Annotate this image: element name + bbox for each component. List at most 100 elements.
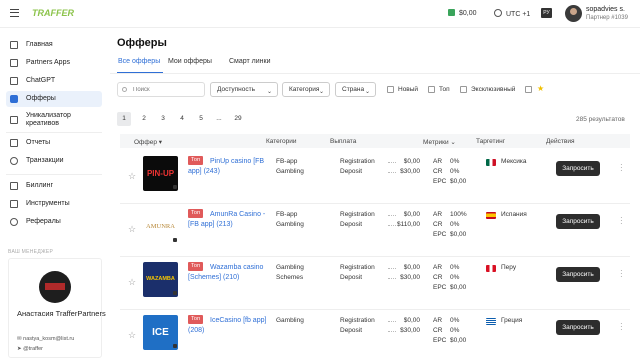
col-metrics: Метрики ⌄ (423, 138, 456, 146)
page-3[interactable]: 3 (156, 112, 170, 126)
col-metrics-label: Метрики (423, 139, 449, 146)
payout-value: $0,00 (403, 158, 420, 165)
sidebar-item-main[interactable]: Главная (6, 37, 102, 53)
col-payout: Выплата (330, 138, 357, 145)
sidebar-item-reports[interactable]: Отчеты (6, 135, 102, 151)
payout-label: Registration (340, 158, 375, 165)
sidebar-item-creative-uniqualizer[interactable]: Уникализатор креативов (6, 109, 102, 131)
table-row: ☆ AMUNRA Топ AmunRa Casino - [FB app] (2… (120, 205, 630, 257)
country-label: Страна (342, 86, 365, 93)
metric-label: CR (433, 327, 443, 334)
metric-value: $0,00 (450, 231, 467, 238)
offer-categories: Gambling (276, 316, 304, 326)
sidebar-item-label: ChatGPT (26, 77, 56, 84)
metric-label: AR (433, 211, 443, 218)
page-5[interactable]: 5 (194, 112, 208, 126)
menu-icon[interactable] (10, 9, 19, 17)
page-2[interactable]: 2 (137, 112, 151, 126)
timezone-value: UTC +1 (506, 11, 531, 18)
avatar[interactable] (565, 5, 582, 22)
search-input[interactable] (117, 82, 205, 97)
payout-value: $30,00 (400, 168, 420, 175)
request-button[interactable]: Запросить (556, 161, 600, 176)
metric-cr: CR 0% (433, 221, 459, 228)
sidebar-item-tools[interactable]: Инструменты (6, 196, 102, 212)
category-label: Категория (289, 86, 320, 93)
offer-name-link[interactable]: PinUp casino [FB app] (243) (188, 157, 268, 177)
chat-icon (10, 77, 18, 85)
page-4[interactable]: 4 (175, 112, 189, 126)
metric-value: 0% (450, 264, 460, 271)
metric-ar: AR 100% (433, 211, 467, 218)
user-name[interactable]: sopadvies s. (586, 6, 625, 13)
country-name: Мексика (501, 158, 527, 165)
manager-card: Анастасия TrafferPartners ✉ nastya_kosm@… (8, 258, 106, 358)
offer-categories: FB-app Gambling (276, 210, 304, 230)
sidebar-item-referrals[interactable]: Рефералы (6, 214, 102, 230)
balance[interactable]: $0,00 (448, 9, 477, 17)
country-name: Перу (501, 264, 517, 271)
more-options-icon[interactable]: · · · (620, 214, 623, 228)
offer-name-link[interactable]: Wazamba casino [Schemes] (210) (188, 263, 268, 283)
metric-value: 0% (450, 221, 460, 228)
more-options-icon[interactable]: · · · (620, 320, 623, 334)
more-options-icon[interactable]: · · · (620, 161, 623, 175)
metric-ar: AR 0% (433, 317, 459, 324)
col-offer[interactable]: Оффер ▾ (134, 138, 162, 146)
metric-value: 0% (450, 158, 460, 165)
favorite-star-icon[interactable]: ☆ (128, 277, 136, 288)
payout-value: $110,00 (396, 221, 420, 228)
favorite-star-icon[interactable]: ☆ (128, 330, 136, 341)
tab-all-offers[interactable]: Все офферы (118, 58, 160, 65)
page-29[interactable]: 29 (231, 112, 245, 126)
manager-name: Анастасия TrafferPartners (17, 309, 106, 318)
page-1[interactable]: 1 (117, 112, 131, 126)
metric-label: EPC (433, 337, 447, 344)
sidebar-item-billing[interactable]: Биллинг (6, 178, 102, 194)
manager-telegram[interactable]: ➤ @traffer (17, 346, 43, 352)
offer-name-link[interactable]: AmunRa Casino - [FB app] (213) (188, 210, 268, 230)
request-button[interactable]: Запросить (556, 214, 600, 229)
more-options-icon[interactable]: · · · (620, 267, 623, 281)
tab-smart-links[interactable]: Смарт линки (229, 58, 270, 65)
sidebar-divider (6, 174, 102, 175)
request-button[interactable]: Запросить (556, 267, 600, 282)
tab-my-offers[interactable]: Мои офферы (168, 58, 212, 65)
sidebar-item-transactions[interactable]: Транзакции (6, 153, 102, 169)
exclusive-checkbox[interactable] (460, 86, 467, 93)
category-select[interactable]: Категория ⌄ (282, 82, 330, 97)
country-select[interactable]: Страна ⌄ (335, 82, 376, 97)
favorite-checkbox[interactable] (525, 86, 532, 93)
new-checkbox-label: Новый (398, 86, 419, 93)
main-content: Офферы Все офферы Мои офферы Смарт линки… (110, 28, 640, 360)
metric-value: 0% (450, 327, 460, 334)
payout-label: Deposit (340, 274, 363, 281)
payout-label: Registration (340, 211, 375, 218)
wrench-icon (10, 200, 18, 208)
traffer-logo[interactable]: TRAFFER (32, 8, 74, 18)
manager-email[interactable]: ✉ nastya_kosm@list.ru (17, 336, 74, 342)
payout-deposit: Deposit $110,00 (340, 221, 420, 228)
flag-spain-icon (486, 212, 496, 219)
new-checkbox[interactable] (387, 86, 394, 93)
sidebar-item-label: Транзакции (26, 157, 64, 164)
sidebar-item-label: Офферы (26, 95, 56, 102)
favorite-star-icon[interactable]: ☆ (128, 171, 136, 182)
lock-icon (173, 238, 177, 242)
sidebar-item-chatgpt[interactable]: ChatGPT (6, 73, 102, 89)
favorite-star-icon[interactable]: ☆ (128, 224, 136, 235)
top-bar: TRAFFER $0,00 UTC +1 РУ sopadvies s. Пар… (0, 0, 640, 28)
category-tag: Gambling (276, 168, 304, 175)
sidebar-item-partners-apps[interactable]: Partners Apps (6, 55, 102, 71)
table-row: ☆ WAZAMBA Топ Wazamba casino [Schemes] (… (120, 258, 630, 310)
top-checkbox[interactable] (428, 86, 435, 93)
availability-select[interactable]: Доступность ⌄ (210, 82, 278, 97)
request-button[interactable]: Запросить (556, 320, 600, 335)
offer-name-link[interactable]: IceCasino [fb app] (208) (188, 316, 268, 336)
timezone[interactable]: UTC +1 (494, 9, 530, 18)
chevron-down-icon: ⌄ (266, 89, 272, 95)
card-icon (10, 182, 18, 190)
sidebar-item-offers[interactable]: Офферы (6, 91, 102, 107)
table-row: ☆ PIN-UP Топ PinUp casino [FB app] (243)… (120, 152, 630, 204)
language-switch[interactable]: РУ (541, 8, 552, 18)
